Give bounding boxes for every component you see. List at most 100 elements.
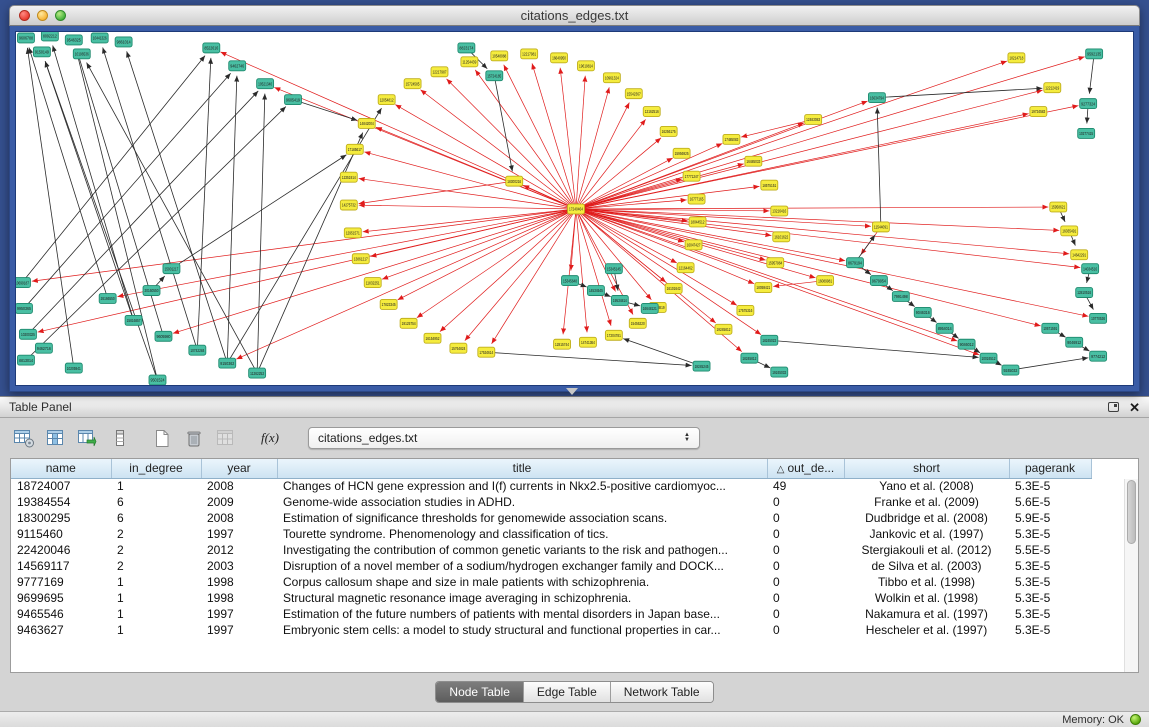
table-cell[interactable]: 5.3E-5 (1009, 558, 1091, 574)
network-node[interactable]: 9501524 (149, 375, 166, 385)
show-columns-button[interactable] (44, 427, 68, 449)
import-table-button[interactable] (76, 427, 100, 449)
network-node[interactable]: 16089981 (817, 276, 834, 286)
network-node[interactable]: 19619814 (577, 61, 594, 71)
network-node[interactable]: 8954014 (936, 323, 953, 333)
network-node[interactable]: 10196536 (73, 49, 90, 59)
network-node[interactable]: 12815744 (554, 339, 571, 349)
network-node[interactable]: 12217981 (521, 49, 538, 59)
network-node[interactable]: 9605980 (155, 331, 172, 341)
table-row[interactable]: 977716911998Corpus callosum shape and si… (11, 574, 1091, 590)
network-node[interactable]: 9046316 (914, 307, 931, 317)
network-node[interactable]: 15724585 (404, 79, 421, 89)
network-node[interactable]: 15345145 (605, 264, 622, 274)
table-cell[interactable]: Jankovic et al. (1997) (844, 526, 1009, 542)
table-cell[interactable]: 0 (767, 606, 844, 622)
table-cell[interactable]: 9465546 (11, 606, 111, 622)
col-header-pagerank[interactable]: pagerank (1009, 459, 1091, 478)
network-node[interactable]: 17204781 (605, 330, 622, 340)
table-row[interactable]: 911546021997Tourette syndrome. Phenomeno… (11, 526, 1091, 542)
table-cell[interactable]: 5.3E-5 (1009, 622, 1091, 638)
table-cell[interactable]: 1997 (201, 606, 277, 622)
table-cell[interactable]: Hescheler et al. (1997) (844, 622, 1009, 638)
network-node[interactable]: 9592135 (1086, 49, 1103, 59)
table-cell[interactable]: 9699695 (11, 590, 111, 606)
network-node[interactable]: 8813014 (17, 355, 34, 365)
minimize-button[interactable] (37, 10, 48, 21)
network-node[interactable]: 10277415 (1078, 128, 1095, 138)
network-node[interactable]: 9861014 (115, 37, 132, 47)
table-cell[interactable]: 18724007 (11, 478, 111, 494)
table-cell[interactable]: 0 (767, 494, 844, 510)
network-node[interactable]: 16485033 (745, 156, 762, 166)
table-cell[interactable]: 19384554 (11, 494, 111, 510)
network-node[interactable]: 12351914 (340, 172, 357, 182)
table-cell[interactable]: de Silva et al. (2003) (844, 558, 1009, 574)
network-node[interactable]: 16648121 (641, 303, 658, 313)
network-node[interactable]: 19245245 (693, 361, 710, 371)
table-cell[interactable]: 1998 (201, 590, 277, 606)
network-node[interactable]: 13216416 (771, 206, 788, 216)
tab-edge-table[interactable]: Edge Table (524, 682, 611, 702)
table-cell[interactable]: Wolkin et al. (1998) (844, 590, 1009, 606)
network-node[interactable]: 10961324 (603, 73, 620, 83)
network-node[interactable]: 9245032 (1002, 365, 1019, 375)
table-row[interactable]: 1872400712008Changes of HCN gene express… (11, 478, 1091, 494)
network-node[interactable]: 10205941 (65, 363, 82, 373)
network-node[interactable]: 15957984 (767, 258, 784, 268)
network-node[interactable]: 17771247 (683, 171, 700, 181)
table-cell[interactable]: 5.9E-5 (1009, 510, 1091, 526)
table-cell[interactable]: 2 (111, 542, 201, 558)
table-cell[interactable]: 5.3E-5 (1009, 526, 1091, 542)
table-scrollbar[interactable] (1124, 479, 1138, 672)
network-node[interactable]: 15816857 (125, 315, 142, 325)
network-node[interactable]: 12054812 (378, 95, 395, 105)
function-builder-button[interactable]: f(x) (256, 427, 284, 449)
network-node[interactable]: 13861217 (352, 254, 369, 264)
network-node[interactable]: 10770536 (1090, 313, 1107, 323)
network-node[interactable]: 14842004 (358, 119, 375, 129)
network-node[interactable]: 16101622 (773, 232, 790, 242)
tab-network-table[interactable]: Network Table (611, 682, 713, 702)
tab-node-table[interactable]: Node Table (436, 682, 524, 702)
table-cell[interactable]: 6 (111, 494, 201, 510)
table-cell[interactable]: 5.3E-5 (1009, 590, 1091, 606)
col-header-out-degree[interactable]: △out_de... (767, 459, 844, 478)
network-node[interactable]: 10699187 (15, 278, 30, 288)
table-cell[interactable]: 1 (111, 574, 201, 590)
table-cell[interactable]: 5.3E-5 (1009, 574, 1091, 590)
network-node[interactable]: 17575316 (737, 305, 754, 315)
network-node[interactable]: 8823174 (458, 43, 475, 53)
network-node[interactable]: 15345848 (562, 276, 579, 286)
table-cell[interactable]: 1 (111, 606, 201, 622)
network-node[interactable]: 10742284 (189, 345, 206, 355)
table-cell[interactable]: 2009 (201, 494, 277, 510)
network-node[interactable]: 9546325 (65, 35, 82, 45)
table-selector[interactable]: citations_edges.txt ▲ ▼ (308, 427, 700, 449)
table-cell[interactable]: Genome-wide association studies in ADHD. (277, 494, 767, 510)
table-cell[interactable]: 1997 (201, 622, 277, 638)
network-node[interactable]: 16634794 (868, 93, 885, 103)
table-cell[interactable]: Embryonic stem cells: a model to study s… (277, 622, 767, 638)
network-node[interactable]: 17534614 (478, 347, 495, 357)
table-cell[interactable]: 1 (111, 622, 201, 638)
table-cell[interactable]: 0 (767, 622, 844, 638)
network-node[interactable]: 9774212 (1090, 351, 1107, 361)
table-row[interactable]: 969969511998Structural magnetic resonanc… (11, 590, 1091, 606)
table-cell[interactable]: 5.3E-5 (1009, 478, 1091, 494)
network-node[interactable]: 8679194 (847, 258, 864, 268)
network-node[interactable]: 14741364 (579, 337, 596, 347)
table-row[interactable]: 1456911722003Disruption of a novel membe… (11, 558, 1091, 574)
network-node[interactable]: 9150149 (33, 47, 50, 57)
network-node[interactable]: 15456220 (629, 318, 646, 328)
table-row[interactable]: 1938455462009Genome-wide association stu… (11, 494, 1091, 510)
network-node[interactable]: 9046012 (958, 339, 975, 349)
network-node[interactable]: 16640950 (551, 53, 568, 63)
network-node[interactable]: 17240464 (568, 204, 585, 214)
zoom-button[interactable] (55, 10, 66, 21)
col-header-name[interactable]: name (11, 459, 111, 478)
network-node[interactable]: 16035491 (1061, 226, 1078, 236)
network-node[interactable]: 18245022 (761, 335, 778, 345)
network-node[interactable]: 15958621 (1050, 202, 1067, 212)
network-node[interactable]: 18214718 (1008, 53, 1025, 63)
